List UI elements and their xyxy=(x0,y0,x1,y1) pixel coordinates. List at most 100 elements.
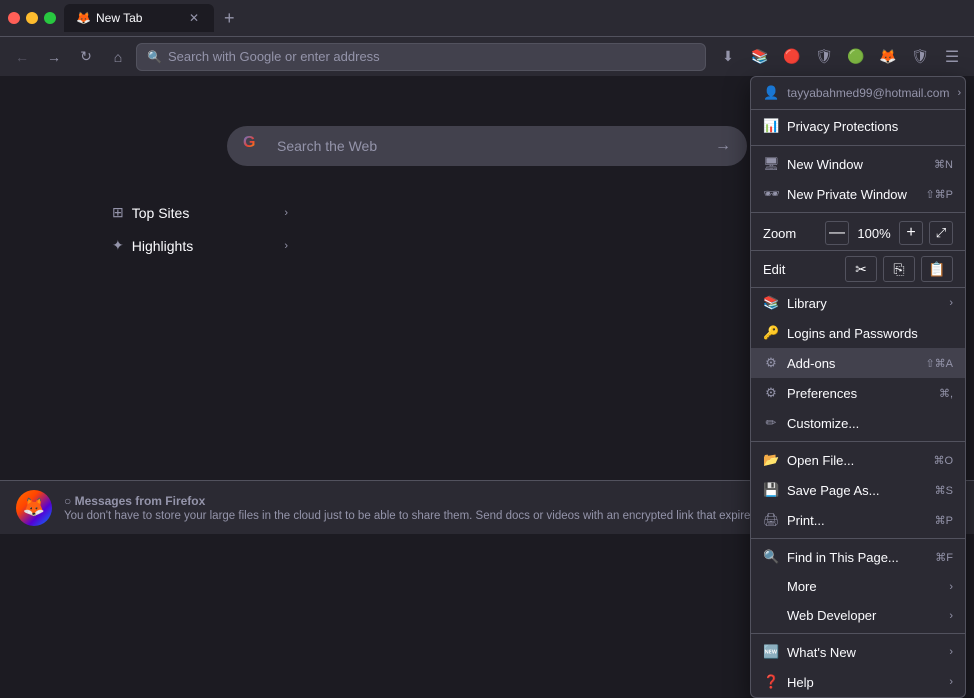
print-shortcut: ⌘P xyxy=(935,514,953,527)
top-sites-section[interactable]: ⊞ Top Sites › xyxy=(100,196,300,229)
whats-new-icon: 🆕 xyxy=(763,644,779,660)
privacy-protections-item[interactable]: 📊 Privacy Protections xyxy=(751,110,965,142)
menu-button[interactable]: ☰ xyxy=(938,43,966,71)
web-developer-label: Web Developer xyxy=(787,608,941,623)
help-item[interactable]: ❓ Help › xyxy=(751,667,965,697)
home-button[interactable]: ⌂ xyxy=(104,43,132,71)
find-item[interactable]: 🔍 Find in This Page... ⌘F xyxy=(751,542,965,572)
tab-close-button[interactable]: ✕ xyxy=(186,10,202,26)
addons-item[interactable]: ⚙ Add-ons ⇧⌘A xyxy=(751,348,965,378)
preferences-shortcut: ⌘, xyxy=(939,387,953,400)
zoom-label: Zoom xyxy=(763,226,819,241)
notification-body: You don't have to store your large files… xyxy=(64,510,848,522)
library-icon[interactable]: 📚 xyxy=(746,43,774,71)
notification-title-icon: ○ xyxy=(64,494,71,508)
firefox-send-icon: 🦊 xyxy=(16,490,52,526)
save-page-item[interactable]: 💾 Save Page As... ⌘S xyxy=(751,475,965,505)
account-icon: 👤 xyxy=(763,85,779,101)
window-controls xyxy=(8,12,56,24)
zoom-in-button[interactable]: + xyxy=(899,221,923,245)
customize-item[interactable]: ✏ Customize... xyxy=(751,408,965,438)
vpn-icon[interactable]: 🛡 xyxy=(906,43,934,71)
paste-button[interactable]: 📋 xyxy=(921,256,953,282)
google-search-input[interactable] xyxy=(277,138,705,154)
notification-title: ○ Messages from Firefox xyxy=(64,494,848,508)
tab-bar: 🦊 New Tab ✕ + xyxy=(64,4,966,32)
downloads-icon[interactable]: ⬇ xyxy=(714,43,742,71)
firefox-icon[interactable]: 🦊 xyxy=(874,43,902,71)
help-icon: ❓ xyxy=(763,674,779,690)
sync-icon[interactable]: 🟢 xyxy=(842,43,870,71)
logins-icon: 🔑 xyxy=(763,325,779,341)
find-icon: 🔍 xyxy=(763,549,779,565)
notification-text: ○ Messages from Firefox You don't have t… xyxy=(64,494,848,522)
addons-label: Add-ons xyxy=(787,356,917,371)
menu-divider-5 xyxy=(751,633,965,634)
shield-icon[interactable]: 🛡 xyxy=(810,43,838,71)
top-sites-icon: ⊞ xyxy=(112,204,124,221)
zoom-out-button[interactable]: — xyxy=(825,221,849,245)
cut-button[interactable]: ✂ xyxy=(845,256,877,282)
edit-row: Edit ✂ ⎘ 📋 xyxy=(751,251,965,288)
privacy-label: Privacy Protections xyxy=(787,119,898,134)
highlights-chevron: › xyxy=(284,240,288,252)
save-page-shortcut: ⌘S xyxy=(935,484,953,497)
new-private-window-item[interactable]: 🕶 New Private Window ⇧⌘P xyxy=(751,179,965,209)
menu-divider-3 xyxy=(751,441,965,442)
open-file-shortcut: ⌘O xyxy=(933,454,953,467)
close-button[interactable] xyxy=(8,12,20,24)
addons-shortcut: ⇧⌘A xyxy=(925,357,953,370)
account-arrow: › xyxy=(957,87,961,99)
menu-divider-4 xyxy=(751,538,965,539)
zoom-row: Zoom — 100% + ⤢ xyxy=(751,216,965,251)
library-arrow: › xyxy=(949,297,953,309)
new-tab-button[interactable]: + xyxy=(218,6,241,31)
logins-label: Logins and Passwords xyxy=(787,326,953,341)
maximize-button[interactable] xyxy=(44,12,56,24)
preferences-label: Preferences xyxy=(787,386,931,401)
refresh-button[interactable]: ↻ xyxy=(72,43,100,71)
find-shortcut: ⌘F xyxy=(935,551,953,564)
address-bar[interactable]: 🔍 xyxy=(136,43,706,71)
new-window-shortcut: ⌘N xyxy=(934,158,953,171)
new-window-icon: 🖥 xyxy=(763,156,779,172)
logins-item[interactable]: 🔑 Logins and Passwords xyxy=(751,318,965,348)
highlights-label: Highlights xyxy=(132,238,193,254)
google-logo: G xyxy=(243,134,267,158)
preferences-item[interactable]: ⚙ Preferences ⌘, xyxy=(751,378,965,408)
web-developer-arrow: › xyxy=(949,610,953,622)
whats-new-item[interactable]: 🆕 What's New › xyxy=(751,637,965,667)
menu-divider-2 xyxy=(751,212,965,213)
google-search-container[interactable]: G → xyxy=(227,126,747,166)
tab-title: New Tab xyxy=(96,11,142,25)
library-item[interactable]: 📚 Library › xyxy=(751,288,965,318)
search-submit-icon: → xyxy=(715,137,731,155)
preferences-icon: ⚙ xyxy=(763,385,779,401)
address-input[interactable] xyxy=(168,49,695,64)
active-tab[interactable]: 🦊 New Tab ✕ xyxy=(64,4,214,32)
back-button[interactable]: ← xyxy=(8,43,36,71)
zoom-expand-button[interactable]: ⤢ xyxy=(929,221,953,245)
forward-button[interactable]: → xyxy=(40,43,68,71)
new-window-item[interactable]: 🖥 New Window ⌘N xyxy=(751,149,965,179)
web-developer-item[interactable]: Web Developer › xyxy=(751,601,965,630)
whats-new-arrow: › xyxy=(949,646,953,658)
customize-label: Customize... xyxy=(787,416,953,431)
whats-new-label: What's New xyxy=(787,645,941,660)
menu-account-item[interactable]: 👤 tayyabahmed99@hotmail.com › xyxy=(751,77,965,110)
open-file-icon: 📂 xyxy=(763,452,779,468)
privacy-icon: 📊 xyxy=(763,118,779,134)
toolbar-icons: ⬇ 📚 🔴 🛡 🟢 🦊 🛡 ☰ xyxy=(714,43,966,71)
pocket-icon[interactable]: 🔴 xyxy=(778,43,806,71)
title-bar: 🦊 New Tab ✕ + xyxy=(0,0,974,36)
customize-icon: ✏ xyxy=(763,415,779,431)
open-file-item[interactable]: 📂 Open File... ⌘O xyxy=(751,445,965,475)
highlights-section[interactable]: ✦ Highlights › xyxy=(100,229,300,262)
private-window-shortcut: ⇧⌘P xyxy=(925,188,953,201)
minimize-button[interactable] xyxy=(26,12,38,24)
nav-bar: ← → ↻ ⌂ 🔍 ⬇ 📚 🔴 🛡 🟢 🦊 🛡 ☰ xyxy=(0,36,974,76)
more-item[interactable]: More › xyxy=(751,572,965,601)
print-item[interactable]: 🖨 Print... ⌘P xyxy=(751,505,965,535)
highlights-icon: ✦ xyxy=(112,237,124,254)
copy-button[interactable]: ⎘ xyxy=(883,256,915,282)
